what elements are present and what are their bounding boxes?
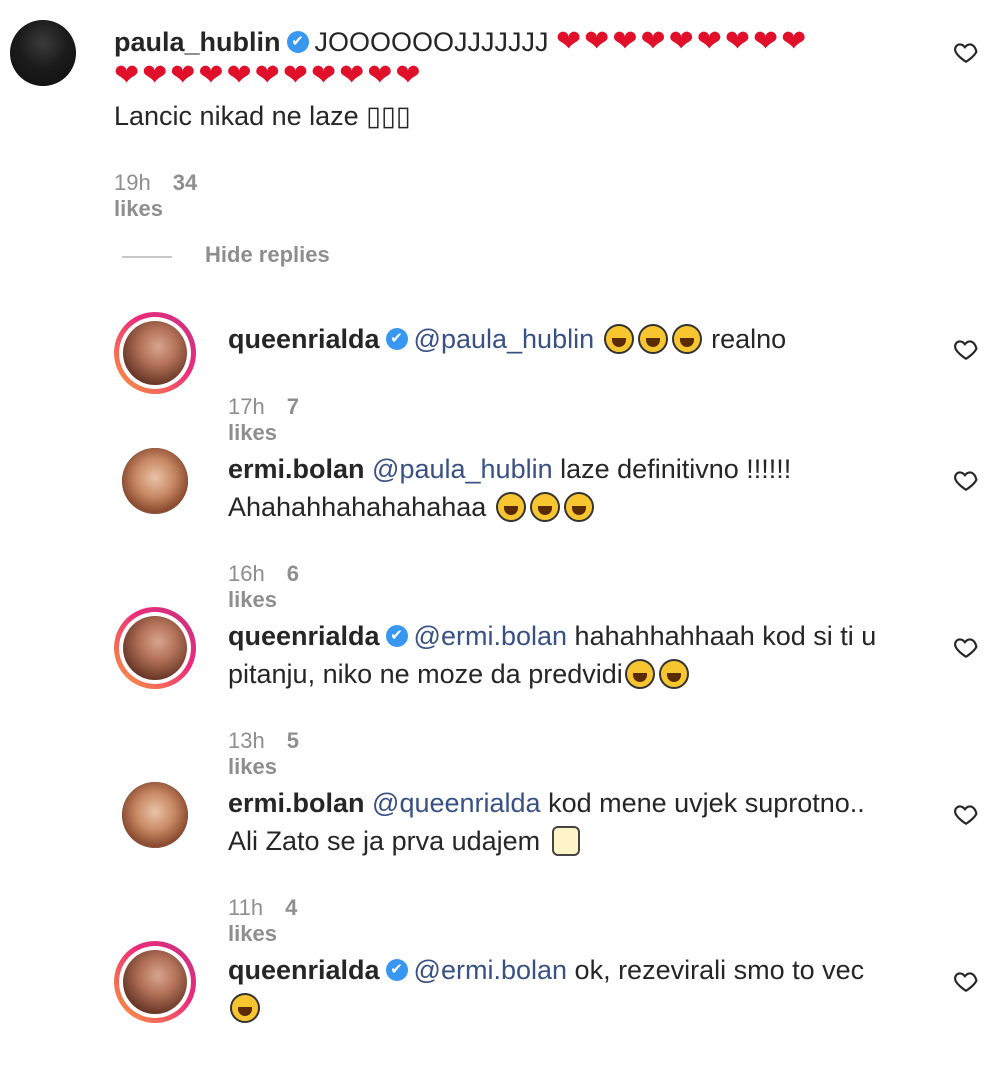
reply-time[interactable]: 13h — [228, 728, 265, 753]
verified-icon: ✔ — [385, 624, 408, 647]
mention-link[interactable]: @paula_hublin — [372, 454, 553, 484]
heart-outline-icon[interactable] — [953, 634, 979, 660]
reply-text: Ahahahhahahahahaa — [228, 492, 487, 522]
comment-text: Lancic nikad ne laze — [114, 101, 367, 131]
face-emoji-icon — [551, 825, 580, 856]
username[interactable]: ermi.bolan — [228, 788, 365, 818]
avatar[interactable] — [114, 312, 196, 394]
reply-text: laze definitivno !!!!!! — [560, 454, 792, 484]
hearts-emoji: ❤❤❤❤❤❤❤❤❤ — [556, 25, 810, 58]
username[interactable]: queenrialda — [228, 955, 380, 985]
username[interactable]: queenrialda — [228, 621, 380, 651]
reply-time[interactable]: 17h — [228, 394, 265, 419]
username[interactable]: ermi.bolan — [228, 454, 365, 484]
reply-text: ok, rezevirali smo to vec — [574, 955, 865, 985]
laughing-emoji-icon — [637, 323, 668, 354]
comment-time[interactable]: 19h — [114, 170, 151, 195]
heart-outline-icon[interactable] — [953, 801, 979, 827]
comment-text: JOOOOOOJJJJJJJ — [314, 27, 549, 57]
mention-link[interactable]: @ermi.bolan — [414, 955, 567, 985]
reply-time[interactable]: 16h — [228, 561, 265, 586]
mention-link[interactable]: @ermi.bolan — [414, 621, 567, 651]
heart-outline-icon[interactable] — [953, 39, 979, 65]
heart-outline-icon[interactable] — [953, 467, 979, 493]
laughing-emoji-icon — [563, 491, 594, 522]
laughing-emoji-icon — [603, 323, 634, 354]
laughing-emoji-icon — [529, 491, 560, 522]
reply-text: Ali Zato se ja prva udajem — [228, 826, 541, 856]
mention-link[interactable]: @queenrialda — [372, 788, 541, 818]
verified-icon: ✔ — [385, 958, 408, 981]
missing-glyphs: ▯▯▯ — [366, 101, 411, 131]
laughing-emoji-icon — [671, 323, 702, 354]
verified-icon: ✔ — [385, 327, 408, 350]
laughing-emoji-icon — [230, 992, 260, 1023]
reply-text: kod mene uvjek suprotno.. — [548, 788, 865, 818]
reply-text: hahahhahhaah kod si ti u — [574, 621, 877, 651]
avatar[interactable] — [10, 20, 76, 86]
hide-replies-button[interactable]: Hide replies — [205, 242, 330, 268]
avatar[interactable] — [114, 941, 196, 1023]
laughing-emoji-icon — [624, 658, 655, 689]
reply-time[interactable]: 11h — [228, 895, 263, 920]
heart-outline-icon[interactable] — [953, 336, 979, 362]
heart-outline-icon[interactable] — [953, 968, 979, 994]
hearts-emoji: ❤❤❤❤❤❤❤❤❤❤❤ — [114, 59, 424, 92]
laughing-emoji-icon — [658, 658, 689, 689]
mention-link[interactable]: @paula_hublin — [414, 324, 595, 354]
reply-text: pitanju, niko ne moze da predvidi — [228, 659, 623, 689]
reply-text: realno — [711, 324, 787, 354]
avatar[interactable] — [122, 448, 188, 514]
avatar[interactable] — [114, 607, 196, 689]
laughing-emoji-icon — [495, 491, 526, 522]
username[interactable]: paula_hublin — [114, 27, 281, 57]
verified-icon: ✔ — [286, 30, 309, 53]
avatar[interactable] — [122, 782, 188, 848]
username[interactable]: queenrialda — [228, 324, 380, 354]
divider — [122, 256, 172, 258]
